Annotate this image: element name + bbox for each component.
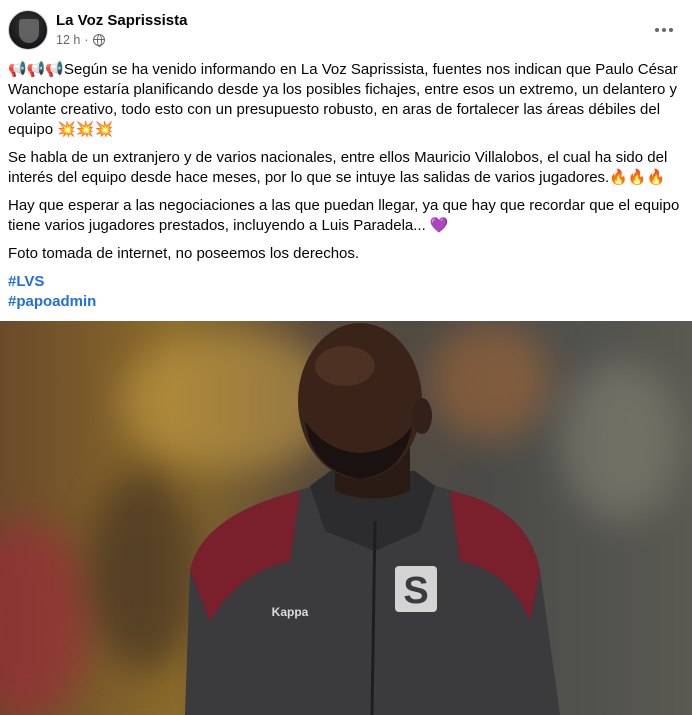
post-timestamp[interactable]: 12 h <box>56 33 80 47</box>
post-paragraph: Se habla de un extranjero y de varios na… <box>8 149 668 186</box>
meta-separator: · <box>84 33 89 47</box>
post-paragraph: Foto tomada de internet, no poseemos los… <box>8 245 360 262</box>
page-avatar[interactable] <box>8 10 48 50</box>
hashtag-link[interactable]: #LVS <box>8 272 684 292</box>
facebook-post: La Voz Saprissista 12 h · 📢📢📢Según se ha… <box>0 0 692 715</box>
hashtag-link[interactable]: #papoadmin <box>8 292 684 312</box>
post-body: 📢📢📢Según se ha venido informando en La V… <box>8 60 684 312</box>
avatar-figure <box>19 19 39 43</box>
more-dot-icon <box>669 28 673 32</box>
ear <box>412 398 432 434</box>
crest-letter: S <box>403 570 428 612</box>
globe-icon <box>92 34 105 47</box>
head-highlight <box>315 346 375 386</box>
post-paragraph: 📢📢📢Según se ha venido informando en La V… <box>8 61 678 138</box>
page-name-link[interactable]: La Voz Saprissista <box>56 12 187 29</box>
coach-figure: S Kappa <box>185 323 560 715</box>
post-header: La Voz Saprissista 12 h · <box>0 0 692 60</box>
post-photo[interactable]: S Kappa <box>0 321 692 715</box>
brand-logo: Kappa <box>272 605 309 619</box>
more-dot-icon <box>655 28 659 32</box>
post-meta: 12 h · <box>56 33 105 47</box>
more-dot-icon <box>662 28 666 32</box>
more-options-button[interactable] <box>646 14 682 46</box>
post-paragraph: Hay que esperar a las negociaciones a la… <box>8 197 680 234</box>
